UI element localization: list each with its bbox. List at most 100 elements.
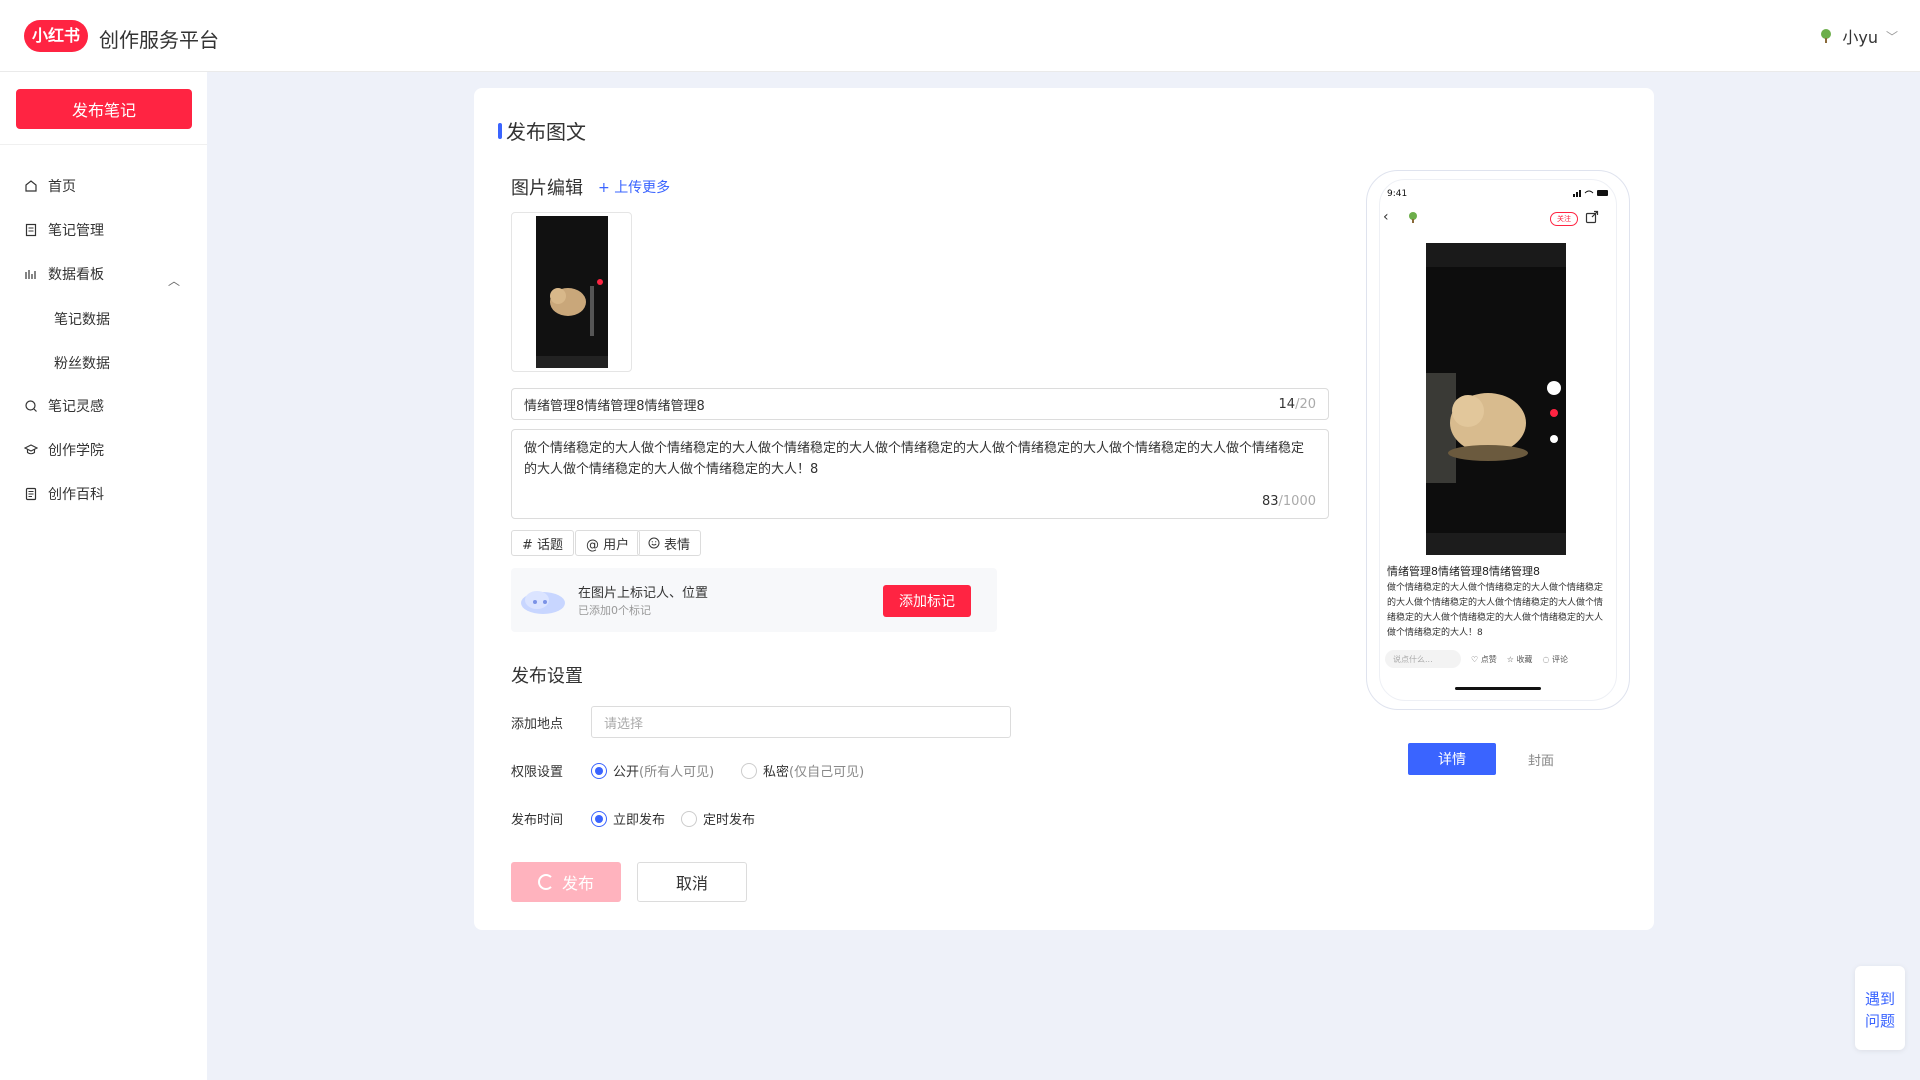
cancel-button[interactable]: 取消	[637, 862, 747, 902]
publish-scheduled-radio[interactable]: 定时发布	[681, 809, 755, 828]
tag-panel-count: 已添加0个标记	[578, 604, 651, 617]
sidebar-item-inspiration[interactable]: 笔记灵感	[24, 395, 104, 417]
title-input-value: 情绪管理8情绪管理8情绪管理8	[524, 398, 705, 414]
home-icon	[24, 179, 38, 193]
preview-image	[1426, 243, 1566, 555]
radio-unchecked-icon	[741, 762, 757, 779]
preview-action-bar: 说点什么... ♡ 点赞 ☆ 收藏 ◌ 评论	[1385, 649, 1611, 669]
page-title: 发布图文	[498, 116, 586, 145]
follow-badge: 关注	[1550, 212, 1578, 226]
user-avatar-icon	[1821, 29, 1832, 43]
title-input[interactable]: 情绪管理8情绪管理8情绪管理8 14/20	[511, 388, 1329, 420]
preview-note-desc: 做个情绪稳定的大人做个情绪稳定的大人做个情绪稳定的大人做个情绪稳定的大人做个情绪…	[1387, 583, 1604, 638]
sidebar-item-label: 创作学院	[48, 443, 104, 459]
sidebar-divider	[0, 144, 207, 145]
author-avatar-icon	[1409, 212, 1417, 223]
preview-note-title: 情绪管理8情绪管理8情绪管理8	[1387, 565, 1540, 578]
location-select[interactable]: 请选择	[591, 706, 1011, 738]
help-float-button[interactable]: 遇到 问题	[1855, 966, 1905, 1050]
sidebar-item-fan-data[interactable]: 粉丝数据	[54, 353, 110, 373]
loading-spinner-icon	[537, 874, 554, 890]
top-header: 小红书 创作服务平台 小yu ﹀	[0, 0, 1920, 72]
sidebar-item-label: 数据看板	[48, 267, 104, 283]
chevron-up-icon[interactable]: ︿	[168, 272, 180, 289]
title-char-count: 14/20	[1278, 397, 1316, 412]
permission-public-note: (所有人可见)	[639, 765, 715, 780]
permission-label: 权限设置	[511, 765, 564, 780]
sidebar-item-label: 创作百科	[48, 487, 104, 503]
sidebar-item-label: 首页	[48, 179, 76, 195]
publish-scheduled-label: 定时发布	[703, 813, 756, 828]
tab-cover[interactable]: 封面	[1528, 750, 1554, 769]
publish-settings-heading: 发布设置	[511, 666, 583, 687]
emoji-chip[interactable]: 表情	[637, 530, 702, 556]
publish-now-label: 立即发布	[613, 813, 666, 828]
status-time: 9:41	[1387, 189, 1408, 199]
user-menu[interactable]: 小yu ﹀	[1818, 24, 1898, 48]
radio-checked-icon	[591, 762, 607, 779]
back-arrow-icon: ‹	[1383, 209, 1389, 225]
user-name: 小yu	[1842, 28, 1878, 47]
thumbnail-image	[536, 216, 608, 368]
submit-label: 发布	[561, 874, 594, 893]
description-char-count: 83/1000	[1261, 494, 1316, 509]
sidebar-item-note-manage[interactable]: 笔记管理	[24, 219, 104, 241]
sidebar-item-label: 笔记管理	[48, 223, 104, 239]
image-thumbnail[interactable]	[511, 212, 632, 372]
upload-more-link[interactable]: + 上传更多	[598, 177, 670, 197]
add-tag-button[interactable]: 添加标记	[883, 585, 971, 617]
description-textarea[interactable]: 做个情绪稳定的大人做个情绪稳定的大人做个情绪稳定的大人做个情绪稳定的大人做个情绪…	[511, 429, 1329, 519]
chevron-down-icon: ﹀	[1885, 29, 1898, 44]
note-icon	[24, 223, 38, 237]
publish-card: 发布图文 图片编辑 + 上传更多 情绪管理8情绪管理8情绪管理8 14/20 做…	[474, 88, 1654, 930]
topic-chip[interactable]: # 话题	[511, 530, 575, 556]
smile-icon	[648, 537, 660, 549]
description-value: 做个情绪稳定的大人做个情绪稳定的大人做个情绪稳定的大人做个情绪稳定的大人做个情绪…	[524, 441, 1305, 477]
like-action: ♡ 点赞	[1471, 654, 1497, 664]
sidebar-item-home[interactable]: 首页	[24, 175, 76, 197]
location-label: 添加地点	[511, 717, 564, 732]
image-tag-panel: 在图片上标记人、位置 已添加0个标记 添加标记	[511, 568, 997, 632]
publish-note-button[interactable]: 发布笔记	[16, 89, 192, 129]
share-icon	[1585, 210, 1599, 224]
xiaohongshu-logo[interactable]: 小红书	[24, 20, 88, 52]
tag-cloud-icon	[521, 591, 565, 614]
wiki-icon	[24, 487, 38, 501]
submit-publish-button[interactable]: 发布	[511, 862, 621, 902]
comment-action: ◌ 评论	[1542, 654, 1568, 664]
radio-checked-icon	[591, 810, 607, 827]
comment-placeholder: 说点什么...	[1385, 650, 1461, 668]
radio-unchecked-icon	[681, 810, 697, 827]
phone-preview: 9:41 ‹ 关注 情绪管理8情绪管理8情绪管理8 做个情绪稳定的大人做个情绪稳…	[1366, 170, 1630, 710]
inspiration-icon	[24, 399, 38, 413]
home-indicator	[1455, 687, 1541, 690]
page-title-text: 发布图文	[506, 120, 586, 144]
status-bar-icons	[1573, 189, 1609, 199]
publish-time-label: 发布时间	[511, 813, 564, 828]
help-line-2: 问题	[1864, 1012, 1895, 1030]
app-title: 创作服务平台	[99, 28, 219, 52]
emoji-chip-label: 表情	[664, 537, 691, 553]
sidebar-item-label: 笔记灵感	[48, 399, 104, 415]
tag-panel-title: 在图片上标记人、位置	[578, 586, 709, 601]
permission-public-radio[interactable]: 公开 (所有人可见)	[591, 761, 714, 780]
academy-icon	[24, 443, 38, 457]
sidebar-item-note-data[interactable]: 笔记数据	[54, 309, 110, 329]
permission-public-label: 公开	[613, 765, 640, 780]
plus-icon: +	[598, 180, 615, 196]
permission-private-note: (仅自己可见)	[789, 765, 865, 780]
publish-now-radio[interactable]: 立即发布	[591, 809, 665, 828]
image-edit-heading: 图片编辑	[511, 178, 583, 199]
sidebar-item-data-board[interactable]: 数据看板	[24, 263, 104, 285]
sidebar-item-academy[interactable]: 创作学院	[24, 439, 104, 461]
permission-private-radio[interactable]: 私密 (仅自己可见)	[741, 761, 864, 780]
collect-action: ☆ 收藏	[1506, 654, 1533, 664]
permission-private-label: 私密	[763, 765, 790, 780]
chart-icon	[24, 267, 38, 281]
sidebar: 发布笔记 首页 笔记管理 数据看板 ︿ 笔记数据 粉丝数据 笔记灵感 创作学院	[0, 72, 207, 1080]
title-accent-bar	[498, 122, 502, 139]
tab-detail[interactable]: 详情	[1408, 743, 1496, 775]
help-line-1: 遇到	[1864, 990, 1895, 1008]
mention-user-chip[interactable]: @ 用户	[575, 530, 641, 556]
sidebar-item-wiki[interactable]: 创作百科	[24, 483, 104, 505]
